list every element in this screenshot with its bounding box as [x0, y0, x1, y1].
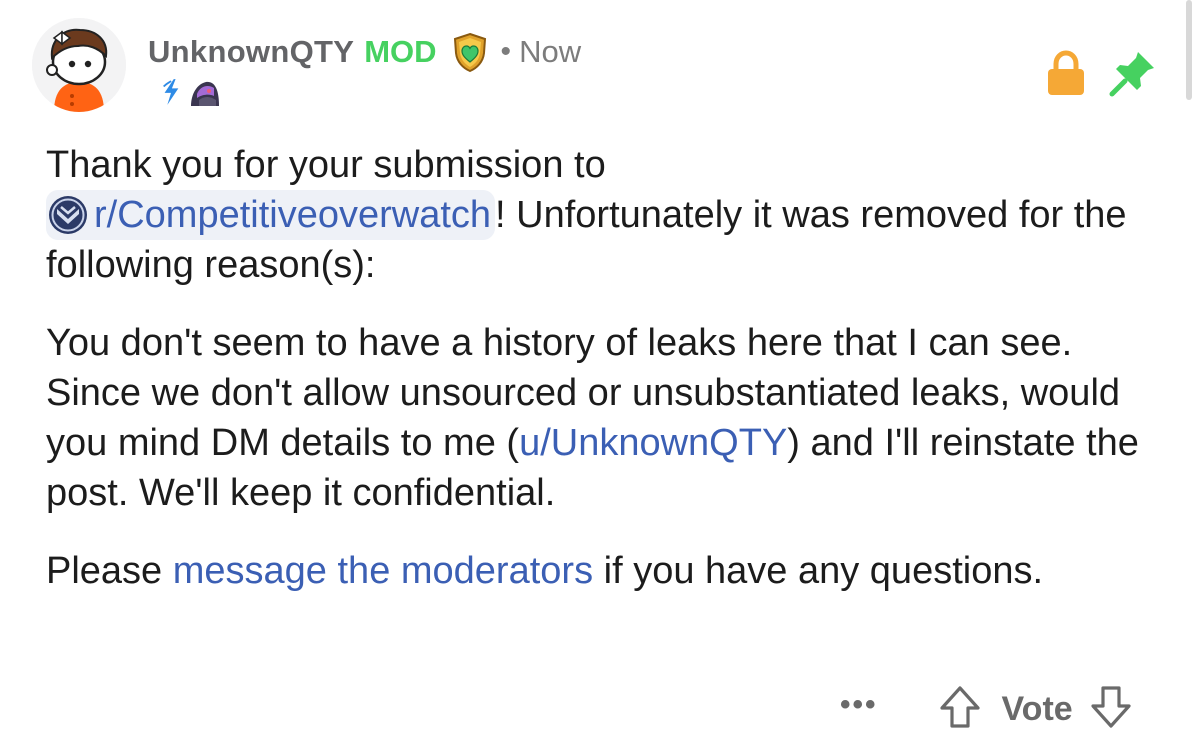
subreddit-link[interactable]: r/Competitiveoverwatch	[94, 194, 491, 236]
avatar[interactable]	[32, 18, 126, 112]
upvote-arrow-icon[interactable]	[938, 684, 982, 735]
mod-badge: MOD	[364, 34, 437, 69]
comment-body: Thank you for your submission to r/Compe…	[46, 140, 1166, 596]
comment-header: UnknownQTY MOD • Now	[148, 30, 581, 74]
snoo-avatar-icon	[32, 18, 126, 112]
message-moderators-link[interactable]: message the moderators	[173, 550, 593, 592]
vote-label: Vote	[1001, 689, 1073, 728]
paragraph-3-text: Please	[46, 550, 173, 592]
lock-icon	[1044, 50, 1088, 96]
subreddit-icon	[48, 195, 88, 235]
subreddit-chip[interactable]: r/Competitiveoverwatch	[46, 190, 496, 240]
green-heart-shield-icon	[449, 31, 491, 73]
blue-lightning-icon	[160, 77, 182, 112]
hero-portrait-icon	[188, 76, 222, 113]
paragraph-3-rest: if you have any questions.	[593, 550, 1044, 592]
timestamp: Now	[519, 34, 582, 69]
downvote-arrow-icon[interactable]	[1089, 684, 1133, 735]
more-options-button[interactable]: •••	[840, 688, 878, 722]
scrollbar[interactable]	[1186, 0, 1192, 100]
author-username[interactable]: UnknownQTY	[148, 34, 354, 70]
paragraph-1: Thank you for your submission to r/Compe…	[46, 140, 1166, 290]
pin-icon	[1108, 48, 1158, 98]
paragraph-2: You don't seem to have a history of leak…	[46, 318, 1166, 518]
header-separator: •	[500, 35, 512, 68]
user-flair	[160, 76, 222, 113]
comment-actions: ••• Vote	[840, 682, 1133, 736]
paragraph-1-intro: Thank you for your submission to	[46, 144, 606, 186]
paragraph-3: Please message the moderators if you hav…	[46, 546, 1166, 596]
user-link[interactable]: u/UnknownQTY	[519, 422, 787, 464]
